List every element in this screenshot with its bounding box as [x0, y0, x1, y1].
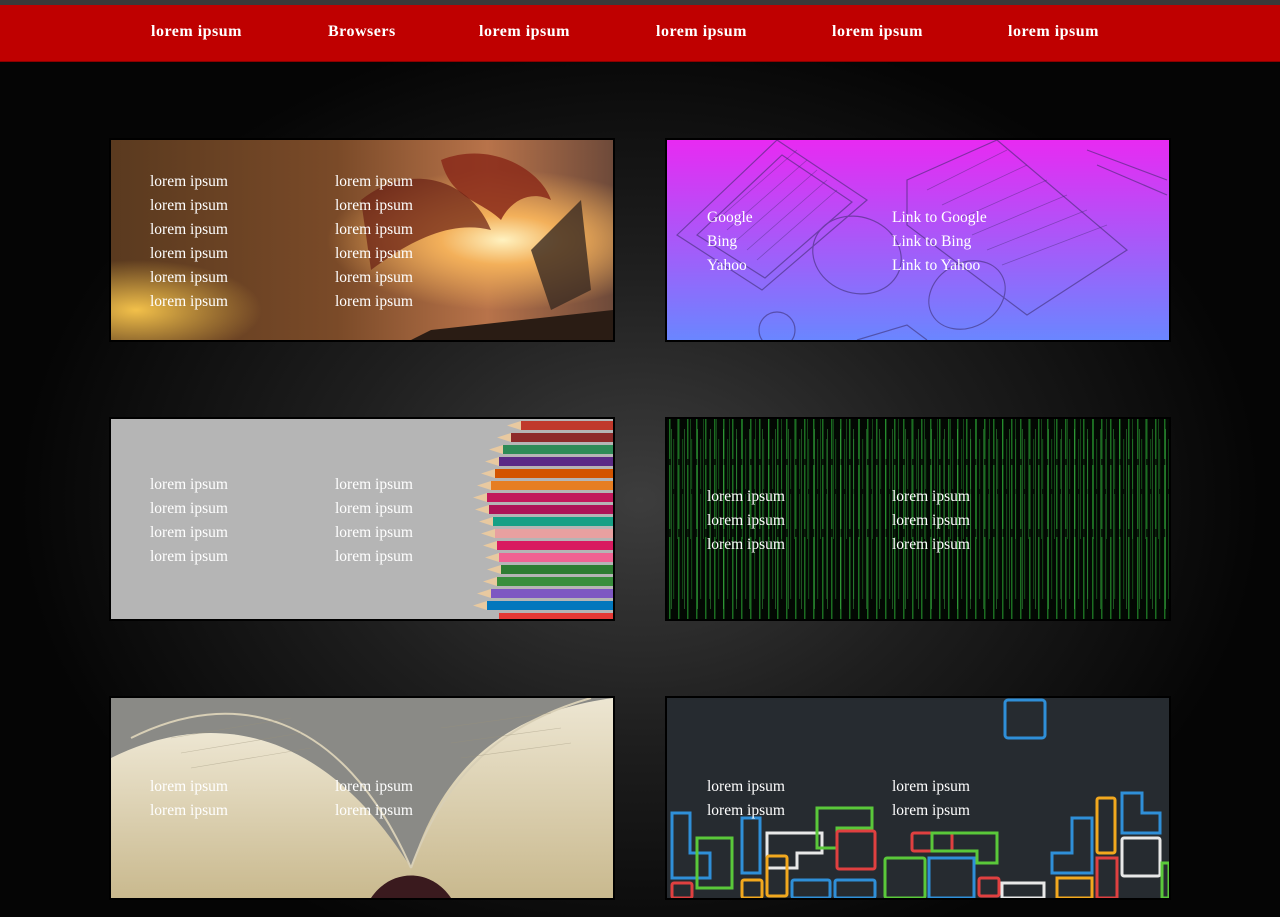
- tetris-right-item: lorem ipsum: [892, 802, 970, 819]
- pencils-right-item: lorem ipsum: [335, 524, 413, 541]
- dragon-left-item: lorem ipsum: [150, 269, 228, 286]
- browser-name-google: Google: [707, 209, 753, 226]
- book-left-item: lorem ipsum: [150, 778, 228, 795]
- nav-item-5[interactable]: lorem ipsum: [832, 23, 923, 41]
- tetris-right-item: lorem ipsum: [892, 778, 970, 795]
- dragon-right-item: lorem ipsum: [335, 269, 413, 286]
- matrix-right-item: lorem ipsum: [892, 512, 970, 529]
- dragon-right-item: lorem ipsum: [335, 245, 413, 262]
- dragon-left-item: lorem ipsum: [150, 197, 228, 214]
- pencils-left-item: lorem ipsum: [150, 524, 228, 541]
- dragon-left-column: lorem ipsum lorem ipsum lorem ipsum lore…: [150, 170, 228, 314]
- link-to-yahoo[interactable]: Link to Yahoo: [892, 254, 987, 278]
- matrix-left-item: lorem ipsum: [707, 488, 785, 505]
- link-to-bing[interactable]: Link to Bing: [892, 230, 987, 254]
- dragon-left-item: lorem ipsum: [150, 293, 228, 310]
- nav-item-3[interactable]: lorem ipsum: [479, 23, 570, 41]
- dragon-left-item: lorem ipsum: [150, 173, 228, 190]
- pencils-right-item: lorem ipsum: [335, 500, 413, 517]
- card-book: lorem ipsum lorem ipsum lorem ipsum lore…: [109, 696, 615, 900]
- book-right-item: lorem ipsum: [335, 778, 413, 795]
- card-pencils: lorem ipsum lorem ipsum lorem ipsum lore…: [109, 417, 615, 621]
- matrix-left-item: lorem ipsum: [707, 512, 785, 529]
- dragon-right-item: lorem ipsum: [335, 221, 413, 238]
- card-matrix: lorem ipsum lorem ipsum lorem ipsum lore…: [665, 417, 1171, 621]
- pencils-left-item: lorem ipsum: [150, 500, 228, 517]
- card-browsers: Google Bing Yahoo Link to Google Link to…: [665, 138, 1171, 342]
- pencils-right-column: lorem ipsum lorem ipsum lorem ipsum lore…: [335, 473, 413, 569]
- tetris-right-column: lorem ipsum lorem ipsum: [892, 775, 970, 823]
- browsers-name-column: Google Bing Yahoo: [707, 206, 753, 278]
- book-left-item: lorem ipsum: [150, 802, 228, 819]
- book-right-column: lorem ipsum lorem ipsum: [335, 775, 413, 823]
- nav-item-1[interactable]: lorem ipsum: [151, 23, 242, 41]
- card-tetris: lorem ipsum lorem ipsum lorem ipsum lore…: [665, 696, 1171, 900]
- tetris-left-column: lorem ipsum lorem ipsum: [707, 775, 785, 823]
- pencils-left-item: lorem ipsum: [150, 548, 228, 565]
- matrix-left-column: lorem ipsum lorem ipsum lorem ipsum: [707, 485, 785, 557]
- link-to-google[interactable]: Link to Google: [892, 206, 987, 230]
- matrix-right-item: lorem ipsum: [892, 536, 970, 553]
- dragon-left-item: lorem ipsum: [150, 245, 228, 262]
- dragon-right-column: lorem ipsum lorem ipsum lorem ipsum lore…: [335, 170, 413, 314]
- matrix-left-item: lorem ipsum: [707, 536, 785, 553]
- dragon-left-item: lorem ipsum: [150, 221, 228, 238]
- book-left-column: lorem ipsum lorem ipsum: [150, 775, 228, 823]
- pencils-left-column: lorem ipsum lorem ipsum lorem ipsum lore…: [150, 473, 228, 569]
- dragon-right-item: lorem ipsum: [335, 293, 413, 310]
- matrix-right-item: lorem ipsum: [892, 488, 970, 505]
- nav-item-4[interactable]: lorem ipsum: [656, 23, 747, 41]
- tetris-left-item: lorem ipsum: [707, 802, 785, 819]
- nav-item-6[interactable]: lorem ipsum: [1008, 23, 1099, 41]
- pencils-right-item: lorem ipsum: [335, 548, 413, 565]
- top-navbar: lorem ipsum Browsers lorem ipsum lorem i…: [0, 5, 1280, 62]
- browser-name-yahoo: Yahoo: [707, 257, 747, 274]
- dragon-right-item: lorem ipsum: [335, 173, 413, 190]
- card-dragon: lorem ipsum lorem ipsum lorem ipsum lore…: [109, 138, 615, 342]
- tetris-left-item: lorem ipsum: [707, 778, 785, 795]
- dragon-right-item: lorem ipsum: [335, 197, 413, 214]
- pencils-left-item: lorem ipsum: [150, 476, 228, 493]
- matrix-right-column: lorem ipsum lorem ipsum lorem ipsum: [892, 485, 970, 557]
- browsers-link-column: Link to Google Link to Bing Link to Yaho…: [892, 206, 987, 278]
- browser-name-bing: Bing: [707, 233, 738, 250]
- book-right-item: lorem ipsum: [335, 802, 413, 819]
- pencils-right-item: lorem ipsum: [335, 476, 413, 493]
- nav-item-browsers[interactable]: Browsers: [328, 23, 396, 41]
